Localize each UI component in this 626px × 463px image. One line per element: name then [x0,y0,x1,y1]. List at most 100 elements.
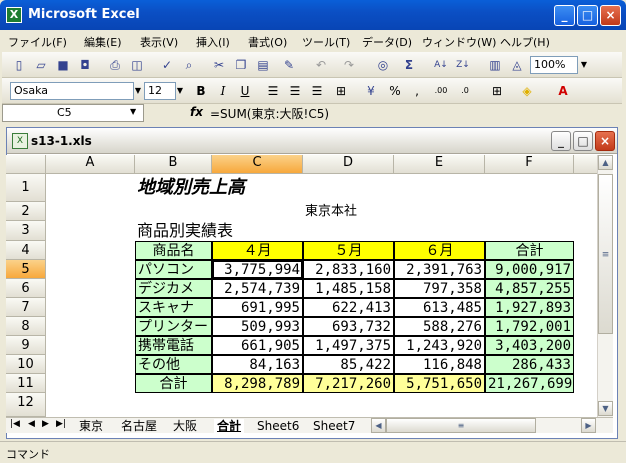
cut-icon[interactable]: ✂ [210,56,228,74]
scroll-right-icon[interactable]: ▶ [581,418,596,433]
table-cell[interactable]: 661,905 [212,336,303,355]
product-name[interactable]: デジカメ [135,279,212,298]
table-cell[interactable]: 84,163 [212,355,303,374]
row-total[interactable]: 4,857,255 [485,279,574,298]
menu-insert[interactable]: 挿入(I) [196,34,230,50]
menu-view[interactable]: 表示(V) [140,34,178,50]
column-header-a[interactable]: A [46,155,135,174]
row-header-4[interactable]: 4 [6,241,46,260]
row-header-11[interactable]: 11 [6,374,46,393]
align-right-icon[interactable]: ☰ [308,82,326,100]
undo-icon[interactable]: ↶ [312,56,330,74]
name-box[interactable]: C5 [2,104,144,122]
table-cell[interactable]: 797,358 [394,279,485,298]
zoom-combo[interactable]: 100% [530,56,578,74]
fill-color-icon[interactable]: ◈ [518,82,536,100]
scroll-up-icon[interactable]: ▲ [598,155,613,170]
column-header-e[interactable]: E [394,155,485,174]
fx-icon[interactable]: fx [190,105,203,119]
product-name[interactable]: 携帯電話 [135,336,212,355]
header-product[interactable]: 商品名 [135,241,212,260]
scroll-down-icon[interactable]: ▼ [598,401,613,416]
table-cell[interactable]: 116,848 [394,355,485,374]
product-name[interactable]: パソコン [135,260,212,279]
next-sheet-icon[interactable]: ▶ [42,419,49,429]
total-april[interactable]: 8,298,789 [212,374,303,393]
new-icon[interactable]: ▯ [10,56,28,74]
table-cell[interactable]: 691,995 [212,298,303,317]
tab-sheet6[interactable]: Sheet6 [254,419,302,434]
product-name[interactable]: スキャナ [135,298,212,317]
row-header-12[interactable]: 12 [6,393,46,417]
print-icon[interactable]: ⎙ [106,56,124,74]
workbook-restore-button[interactable]: □ [573,131,593,151]
minimize-button[interactable]: _ [554,5,575,26]
table-cell[interactable]: 693,732 [303,317,394,336]
sort-ascending-icon[interactable]: A↓ [432,56,450,74]
workbook-icon[interactable]: X [12,133,28,149]
row-total[interactable]: 1,927,893 [485,298,574,317]
first-sheet-icon[interactable]: |◀ [10,419,20,429]
percent-icon[interactable]: % [386,82,404,100]
copy-icon[interactable]: ❐ [232,56,250,74]
row-header-1[interactable]: 1 [6,174,46,202]
vertical-scrollbar[interactable]: ▲ ≡ ▼ [597,155,613,417]
table-cell[interactable]: 1,497,375 [303,336,394,355]
research-icon[interactable]: ⌕ [180,56,198,74]
total-label[interactable]: 合計 [135,374,212,393]
menu-data[interactable]: データ(D) [362,34,412,50]
total-may[interactable]: 7,217,260 [303,374,394,393]
table-cell[interactable]: 1,243,920 [394,336,485,355]
table-cell[interactable]: 509,993 [212,317,303,336]
font-color-icon[interactable]: A [554,82,572,100]
tab-total[interactable]: 合計 [214,419,245,434]
last-sheet-icon[interactable]: ▶| [56,419,66,429]
row-total[interactable]: 286,433 [485,355,574,374]
column-header-c[interactable]: C [212,155,303,174]
table-cell[interactable]: 2,574,739 [212,279,303,298]
workbook-close-button[interactable]: × [595,131,615,151]
borders-icon[interactable]: ⊞ [488,82,506,100]
office-label[interactable]: 東京本社 [303,202,423,221]
row-header-3[interactable]: 3 [6,221,46,241]
select-all-corner[interactable] [6,155,46,174]
maximize-button[interactable]: □ [577,5,598,26]
decrease-decimal-icon[interactable]: .0 [456,82,474,100]
horizontal-scroll-thumb[interactable]: ≡ [386,418,536,433]
menu-format[interactable]: 書式(O) [248,34,287,50]
workbook-minimize-button[interactable]: _ [551,131,571,151]
menu-tools[interactable]: ツール(T) [302,34,350,50]
row-header-7[interactable]: 7 [6,298,46,317]
menu-edit[interactable]: 編集(E) [84,34,122,50]
close-button[interactable]: × [600,5,621,26]
font-size-combo[interactable]: 12 [144,82,176,100]
hyperlink-icon[interactable]: ◎ [374,56,392,74]
align-center-icon[interactable]: ☰ [286,82,304,100]
product-name[interactable]: その他 [135,355,212,374]
underline-icon[interactable]: U [236,82,254,100]
sort-descending-icon[interactable]: Z↓ [454,56,472,74]
row-header-6[interactable]: 6 [6,279,46,298]
comma-icon[interactable]: , [408,82,426,100]
table-cell[interactable]: 2,391,763 [394,260,485,279]
paste-icon[interactable]: ▤ [254,56,272,74]
excel-icon[interactable]: X [6,7,22,23]
row-header-9[interactable]: 9 [6,336,46,355]
scroll-left-icon[interactable]: ◀ [371,418,386,433]
header-april[interactable]: ４月 [212,241,303,260]
bold-icon[interactable]: B [192,82,210,100]
row-header-8[interactable]: 8 [6,317,46,336]
redo-icon[interactable]: ↷ [340,56,358,74]
total-june[interactable]: 5,751,650 [394,374,485,393]
column-header-d[interactable]: D [303,155,394,174]
font-dropdown-icon[interactable]: ▼ [132,82,144,100]
zoom-dropdown-icon[interactable]: ▼ [578,56,590,74]
chart-wizard-icon[interactable]: ▥ [486,56,504,74]
row-total[interactable]: 9,000,917 [485,260,574,279]
column-header-g[interactable] [574,155,597,174]
row-total[interactable]: 1,792,001 [485,317,574,336]
header-may[interactable]: ５月 [303,241,394,260]
preview-icon[interactable]: ◫ [128,56,146,74]
autosum-icon[interactable]: Σ [400,56,418,74]
save-icon[interactable]: ■ [54,56,72,74]
